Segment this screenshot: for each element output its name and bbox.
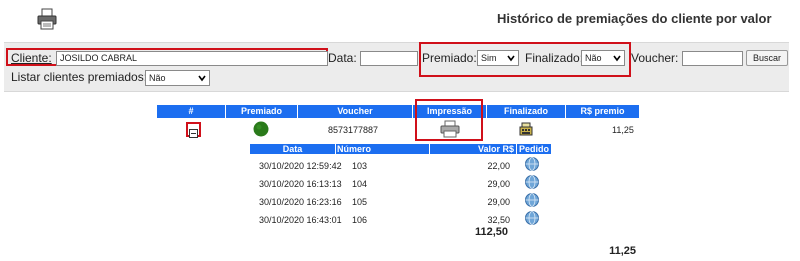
premio-value: 11,25 <box>612 125 634 135</box>
cash-register-icon[interactable] <box>519 122 533 136</box>
col-voucher: Voucher <box>337 106 373 116</box>
green-circle-icon <box>253 121 269 137</box>
listar-select[interactable]: Não <box>145 70 210 86</box>
col-premiado: Premiado <box>240 106 282 116</box>
listar-value: Não <box>149 73 166 83</box>
globe-icon[interactable] <box>525 175 539 189</box>
data-input[interactable] <box>360 51 418 66</box>
sub-total: 112,50 <box>474 226 508 238</box>
finalizado-value: Não <box>585 53 602 63</box>
data-label: Data: <box>328 51 357 65</box>
sub-data: 30/10/2020 16:23:16 <box>259 197 342 207</box>
sub-data: 30/10/2020 16:43:01 <box>259 215 342 225</box>
cliente-input[interactable]: JOSILDO CABRAL <box>56 51 328 66</box>
chevron-down-icon <box>198 75 206 82</box>
printer-icon[interactable] <box>37 8 57 30</box>
table-row: 30/10/2020 16:23:16 105 29,00 <box>250 193 551 211</box>
sub-numero: 105 <box>352 197 368 207</box>
sub-col-pedido: Pedido <box>518 144 549 154</box>
buscar-button[interactable]: Buscar <box>746 50 789 66</box>
sub-data: 30/10/2020 16:13:13 <box>259 179 342 189</box>
sub-col-valor: Valor R$ <box>477 144 514 154</box>
table-row: 30/10/2020 16:13:13 104 29,00 <box>250 175 551 193</box>
premiado-select[interactable]: Sim <box>477 50 519 66</box>
premiado-label: Premiado: <box>422 51 477 65</box>
voucher-label: Voucher: <box>631 51 679 65</box>
page-title: Histórico de premiações do cliente por v… <box>497 11 772 26</box>
sub-valor: 29,00 <box>487 179 510 189</box>
listar-label: Listar clientes premiados: <box>11 70 148 84</box>
sub-numero: 104 <box>352 179 368 189</box>
minus-box-icon[interactable] <box>189 125 198 138</box>
premiado-value: Sim <box>481 53 497 63</box>
sub-valor: 32,50 <box>487 215 510 225</box>
table-row: 30/10/2020 12:59:42 103 22,00 <box>250 157 551 175</box>
cliente-label: Cliente: <box>11 51 52 65</box>
sub-valor: 29,00 <box>487 197 510 207</box>
sub-col-numero: Número <box>337 144 372 154</box>
col-finalizado: Finalizado <box>503 106 548 116</box>
voucher-value: 8573177887 <box>328 125 379 135</box>
sub-table-body: 30/10/2020 12:59:42 103 22,00 30/10/2020… <box>250 157 551 229</box>
grand-total: 11,25 <box>609 245 636 257</box>
globe-icon[interactable] <box>525 211 539 225</box>
chevron-down-icon <box>613 55 621 62</box>
finalizado-label: Finalizado: <box>525 51 584 65</box>
globe-icon[interactable] <box>525 157 539 171</box>
sub-numero: 103 <box>352 161 368 171</box>
col-hash: # <box>188 106 194 116</box>
voucher-input[interactable] <box>682 51 743 66</box>
col-premio: R$ premio <box>580 106 625 116</box>
finalizado-select[interactable]: Não <box>581 50 625 66</box>
chevron-down-icon <box>507 55 515 62</box>
printer-icon[interactable] <box>440 120 460 138</box>
globe-icon[interactable] <box>525 193 539 207</box>
sub-data: 30/10/2020 12:59:42 <box>259 161 342 171</box>
sub-valor: 22,00 <box>487 161 510 171</box>
sub-numero: 106 <box>352 215 368 225</box>
sub-col-data: Data <box>282 144 303 154</box>
